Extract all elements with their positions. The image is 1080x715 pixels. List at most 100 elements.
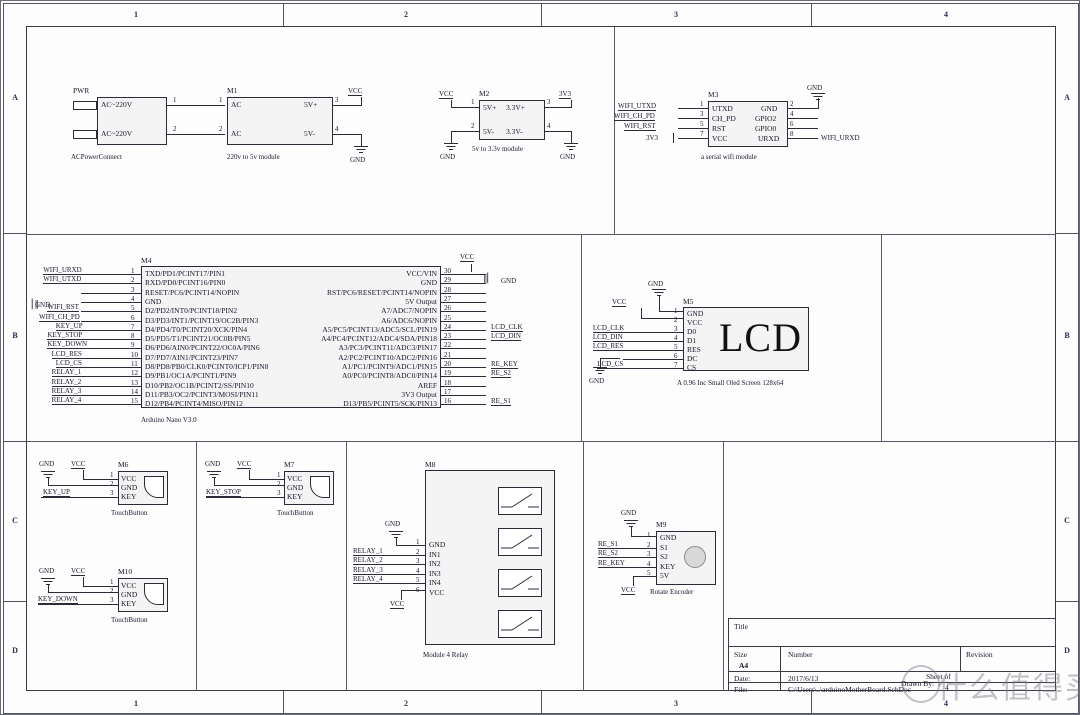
m7-pin2-name: GND: [287, 483, 304, 492]
m7-pin3-num: 3: [277, 489, 281, 497]
number-label: Number: [788, 650, 813, 659]
date-value: 2017/6/13: [788, 674, 819, 683]
m7-gnd-label: GND: [205, 460, 221, 468]
m3-net-urxd: WIFI_URXD: [821, 134, 860, 142]
m4-left-net: WIFI_RST: [47, 303, 79, 313]
zone-tick: [541, 3, 542, 26]
m3-net-utxd: WIFI_UTXD: [618, 102, 657, 111]
revision-label: Revision: [966, 650, 993, 659]
m5-net: LCD_CLK: [592, 324, 625, 333]
pwr-pin1-num: 1: [173, 96, 177, 104]
m8-pin-name: IN3: [429, 568, 441, 578]
m3-net-rst: WIFI_RST: [624, 122, 656, 131]
m4-left-pin-name: D11/PB3/OC2/PCINT3/MOSI/PIN11: [145, 389, 259, 399]
m3-gnd-label: GND: [807, 84, 823, 92]
m5-vcc-label: VCC: [612, 298, 627, 307]
wire-m4-right: [441, 301, 486, 303]
m3-lpin5-name: RST: [712, 124, 726, 133]
title-block-divider: [780, 646, 781, 691]
wire-m4-right: [441, 348, 486, 350]
m8-pin-name: VCC: [429, 587, 445, 597]
m8-pin-num: 1: [416, 538, 420, 546]
m8-vcc-label: VCC: [390, 600, 405, 609]
m3-3v3-tick: [673, 133, 674, 143]
m3-caption: a serial wifi module: [701, 153, 757, 161]
wire-m3-p8: [788, 138, 818, 139]
m4-left-pin-name: GND: [145, 296, 162, 306]
m1-gnd-label: GND: [350, 156, 366, 164]
wire-m3-p6: [788, 128, 818, 129]
m3-lpin7-name: VCC: [712, 134, 728, 143]
wire-m10-gnd-v: [48, 584, 49, 592]
wire-m10-vcc-v: [83, 577, 84, 586]
partition-line: [614, 27, 615, 234]
m5-net: LCD_DIN: [592, 333, 623, 342]
m4-left-pin-name: D5/PD5/T1/PCINT21/OC0B/PIN5: [145, 334, 251, 344]
m3-rpin4-name: GPIO2: [755, 114, 777, 123]
m7-vcc-label: VCC: [237, 460, 252, 469]
wire-m4-left: [81, 274, 141, 275]
m4-left-pin-name: RESET/PC6/PCINT14/NOPIN: [145, 287, 240, 297]
m9-pin-name: KEY: [660, 561, 676, 571]
m9-pin-name: S1: [660, 542, 668, 552]
m6-refdes: M6: [118, 460, 129, 469]
m5-pin-name: RES: [687, 345, 701, 354]
m4-right-pin-name: A6/ADC6/NOPIN: [381, 315, 437, 325]
m7-pin1-num: 1: [277, 471, 281, 479]
wire-m3-p2: [788, 108, 818, 109]
m4-left-net: KEY_UP: [55, 321, 83, 331]
wire-m9-vcc-h: [633, 576, 656, 577]
m3-refdes: M3: [708, 90, 719, 99]
m4-left-net: RELAY_1: [51, 368, 82, 378]
wire-m4-right: [441, 404, 486, 406]
m7-net-key: KEY_STOP: [206, 488, 241, 497]
m2-vcc-label: VCC: [439, 90, 454, 99]
gnd-symbol: [564, 143, 578, 151]
zone-tick: [283, 3, 284, 26]
wire-m1-gnd-v: [361, 134, 362, 146]
m4-right-pin-name: A3/PC3/PCINT11/ADC3/PIN17: [338, 343, 438, 353]
m4-right-pin-name: RST/PC6/RESET/PCINT14/NOPIN: [326, 287, 437, 297]
zone-tick: [3, 601, 26, 602]
m5-display-text: LCD: [719, 315, 802, 360]
partition-line: [27, 234, 1056, 235]
wire-m7-vcc-v: [249, 470, 250, 479]
wire-m2-gndr-v: [571, 131, 572, 143]
title-block-divider: [728, 646, 1056, 647]
wire-m4-right: [441, 283, 486, 285]
relay-contact-glyph: [501, 616, 539, 631]
wire-m3-p5: [678, 128, 708, 129]
m2-lpin1-name: 5V+: [483, 103, 497, 112]
m10-pin2-name: GND: [121, 590, 138, 599]
m4-left-net: RELAY_2: [51, 377, 82, 387]
m6-pin3-name: KEY: [121, 492, 137, 501]
m4-left-net: RELAY_3: [51, 386, 82, 396]
wire-m1-vcc: [333, 105, 361, 106]
m7-pin3-name: KEY: [287, 492, 303, 501]
wire-m2-vcc: [451, 107, 479, 108]
partition-line: [881, 234, 882, 441]
m4-gnd-right-label: GND: [501, 277, 517, 285]
wire-m9-vcc-v: [633, 576, 634, 586]
m8-net: RELAY_2: [353, 556, 383, 565]
m5-net: LCD_RES: [592, 342, 624, 351]
m10-pin1-num: 1: [110, 578, 114, 586]
m6-pin1-name: VCC: [121, 474, 137, 483]
wire-m4-left: [81, 311, 141, 313]
m3-pin7-num: 7: [700, 130, 704, 138]
m5-gnd-bottom-label: GND: [589, 377, 605, 385]
wire-m4-left: [81, 329, 141, 331]
pwr-terminal-1: [73, 101, 97, 110]
wire-m4-left: [81, 283, 141, 285]
wire-m4-left: [81, 320, 141, 322]
zone-tick: [1056, 233, 1079, 234]
m4-left-pin-name: D12/PB4/PCINT4/MISO/PIN12: [145, 399, 243, 409]
wire-m4-right: [441, 311, 486, 313]
file-value: C:\Users\..\arduinoMotherBoard.SchDoc: [788, 685, 912, 694]
m3-pin5-num: 5: [700, 120, 704, 128]
m4-right-net: RE_S2: [491, 369, 511, 379]
zone-tick: [541, 691, 542, 714]
encoder-knob-icon: [684, 546, 706, 568]
m4-left-net: WIFI_UTXD: [43, 275, 82, 285]
m4-left-pin-name: D7/PD7/AIN1/PCINT23/PIN7: [145, 352, 238, 362]
